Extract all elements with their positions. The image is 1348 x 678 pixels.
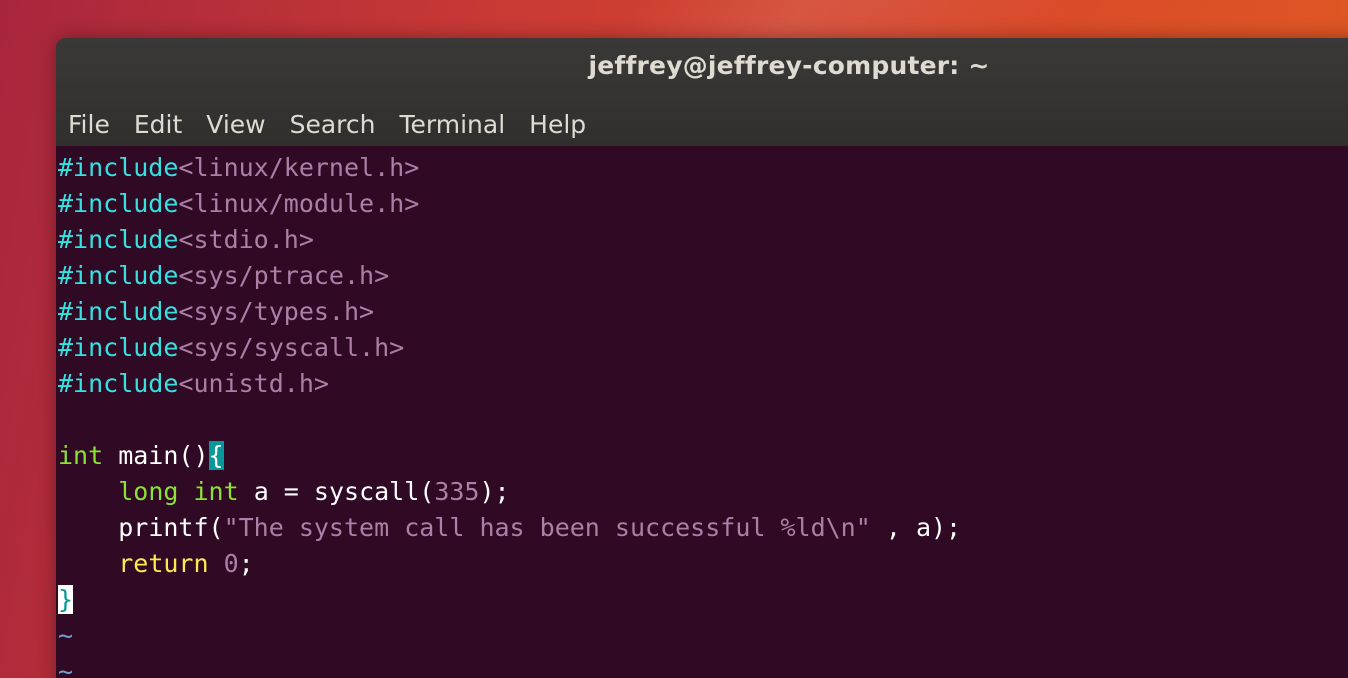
menu-file[interactable]: File [56, 110, 122, 139]
menu-view[interactable]: View [194, 110, 277, 139]
include-header: <unistd.h> [178, 369, 329, 398]
number-literal: 0 [223, 549, 239, 578]
code-line-include-syscall: #include<sys/syscall.h> [56, 330, 1348, 366]
string-literal: "The system call has been successful %ld… [223, 513, 871, 542]
type-keyword: int [58, 441, 104, 470]
type-keyword: int [193, 477, 239, 506]
function-name: main() [103, 441, 209, 470]
code-line-declaration: long int a = syscall(335); [56, 474, 1348, 510]
empty-line-tilde: ~ [58, 657, 74, 678]
function-call: printf( [118, 513, 224, 542]
preprocessor-directive: #include [58, 261, 179, 290]
menu-search[interactable]: Search [278, 110, 388, 139]
include-header: <linux/module.h> [178, 189, 420, 218]
include-header: <stdio.h> [178, 225, 314, 254]
vim-editor[interactable]: #include<linux/kernel.h> #include<linux/… [56, 146, 1348, 678]
preprocessor-directive: #include [58, 333, 179, 362]
code-line-include-types: #include<sys/types.h> [56, 294, 1348, 330]
matching-brace-highlight: { [208, 441, 224, 470]
code-text: a = syscall( [238, 477, 435, 506]
menu-bar: File Edit View Search Terminal Help [56, 102, 598, 146]
preprocessor-directive: #include [58, 369, 179, 398]
text-cursor: } [58, 585, 74, 614]
menu-help[interactable]: Help [517, 110, 598, 139]
code-line-include-stdio: #include<stdio.h> [56, 222, 1348, 258]
code-text: ); [479, 477, 510, 506]
code-line-include-unistd: #include<unistd.h> [56, 366, 1348, 402]
code-line-include-ptrace: #include<sys/ptrace.h> [56, 258, 1348, 294]
include-header: <sys/ptrace.h> [178, 261, 390, 290]
code-line-include-module: #include<linux/module.h> [56, 186, 1348, 222]
code-line-printf: printf("The system call has been success… [56, 510, 1348, 546]
window-title: jeffrey@jeffrey-computer: ~ [588, 51, 990, 80]
code-text: , a); [870, 513, 962, 542]
return-keyword: return [118, 549, 209, 578]
empty-line-tilde: ~ [58, 621, 74, 650]
type-keyword: long [118, 477, 179, 506]
menu-terminal[interactable]: Terminal [387, 110, 517, 139]
menu-edit[interactable]: Edit [122, 110, 194, 139]
include-header: <sys/types.h> [178, 297, 375, 326]
include-header: <linux/kernel.h> [178, 153, 420, 182]
terminal-window: jeffrey@jeffrey-computer: ~ File Edit Vi… [56, 38, 1348, 678]
preprocessor-directive: #include [58, 189, 179, 218]
number-literal: 335 [434, 477, 480, 506]
include-header: <sys/syscall.h> [178, 333, 405, 362]
code-line-include-kernel: #include<linux/kernel.h> [56, 150, 1348, 186]
preprocessor-directive: #include [58, 153, 179, 182]
code-line-return: return 0; [56, 546, 1348, 582]
preprocessor-directive: #include [58, 225, 179, 254]
code-line-close-brace: } [56, 582, 1348, 618]
preprocessor-directive: #include [58, 297, 179, 326]
title-bar[interactable]: jeffrey@jeffrey-computer: ~ File Edit Vi… [56, 38, 1348, 146]
code-line-main-signature: int main(){ [56, 438, 1348, 474]
code-text: ; [238, 549, 254, 578]
